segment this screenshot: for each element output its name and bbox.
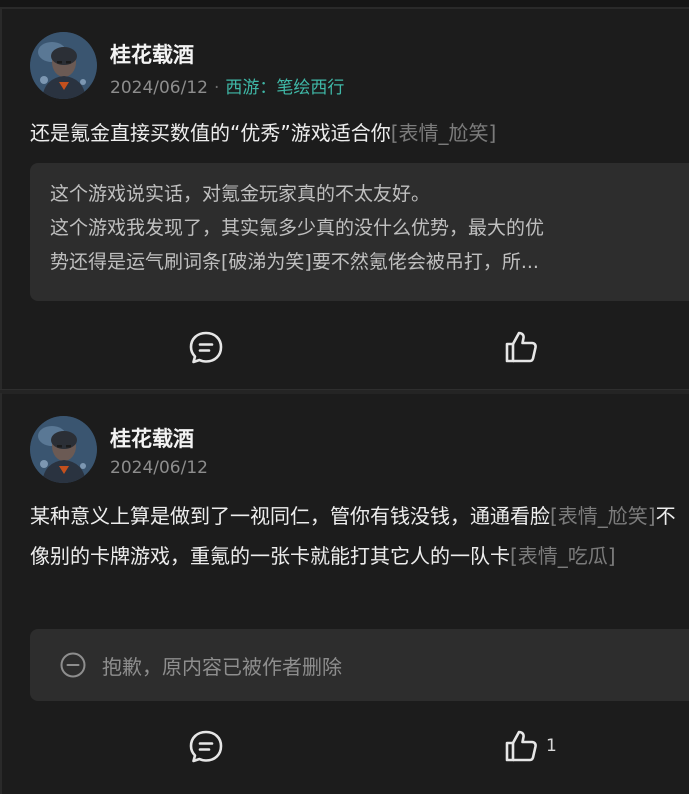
comment-icon [189, 331, 223, 364]
username[interactable]: 桂花载酒 [110, 423, 194, 453]
comment-body: 还是氪金直接买数值的“优秀”游戏适合你 [30, 121, 391, 145]
comment-card: 桂花载酒 2024/06/12 · 西游：笔绘西行 还是氪金直接买数值的“优秀”游戏… [0, 8, 689, 390]
post-date: 2024/06/12 [110, 458, 208, 478]
quote-line: 这个游戏我发现了，其实氪多少真的没什么优势，最大的优 [50, 217, 545, 239]
comment-button[interactable] [186, 727, 226, 767]
meta-separator: · [213, 78, 220, 98]
comment-card: 桂花载酒 2024/06/12 某种意义上算是做到了一视同仁，管你有钱没钱，通通… [0, 393, 689, 794]
avatar[interactable] [30, 416, 97, 483]
comment-body: 某种意义上算是做到了一视同仁，管你有钱没钱，通通看脸 [30, 504, 550, 528]
quoted-reply[interactable]: 这个游戏说实话，对氪金玩家真的不太友好。 这个游戏我发现了，其实氪多少真的没什么… [30, 163, 689, 301]
comment-text: 某种意义上算是做到了一视同仁，管你有钱没钱，通通看脸[表情_尬笑]不像别的卡牌游… [30, 496, 689, 576]
like-button[interactable] [501, 327, 541, 367]
username[interactable]: 桂花载酒 [110, 39, 194, 69]
minus-circle-icon [60, 652, 86, 678]
quote-line: 势还得是运气刷词条[破涕为笑]要不然氪佬会被吊打，所... [50, 251, 539, 273]
emote-tag: [表情_尬笑] [390, 121, 497, 145]
avatar[interactable] [30, 32, 97, 99]
post-meta: 2024/06/12 · 西游：笔绘西行 [110, 73, 344, 98]
deleted-notice: 抱歉，原内容已被作者删除 [102, 655, 342, 679]
post-meta: 2024/06/12 [110, 458, 208, 478]
comment-button[interactable] [186, 328, 226, 368]
emote-tag: [表情_尬笑] [550, 504, 656, 528]
comment-icon [189, 730, 223, 763]
deleted-quote: 抱歉，原内容已被作者删除 [30, 629, 689, 701]
quote-line: 这个游戏说实话，对氪金玩家真的不太友好。 [50, 183, 431, 205]
like-button[interactable] [501, 726, 541, 766]
thumbs-up-icon [505, 730, 537, 762]
thumbs-up-icon [505, 331, 537, 363]
post-date: 2024/06/12 [110, 78, 208, 98]
topic-link[interactable]: 西游：笔绘西行 [225, 78, 344, 98]
emote-tag: [表情_吃瓜] [510, 544, 616, 568]
like-count: 1 [546, 736, 557, 756]
comment-text: 还是氪金直接买数值的“优秀”游戏适合你[表情_尬笑] [30, 113, 689, 153]
